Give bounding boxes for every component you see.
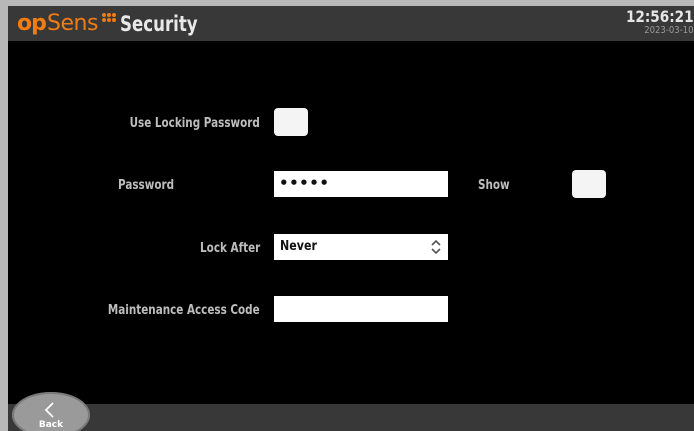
use-locking-password-label: Use Locking Password (129, 116, 260, 131)
use-locking-password-checkbox[interactable] (274, 108, 308, 136)
maintenance-access-code-field[interactable] (274, 296, 448, 322)
password-field[interactable]: ••••• (274, 171, 448, 197)
logo-text-op: op (17, 11, 47, 36)
logo-dots-icon (94, 13, 118, 25)
show-password-checkbox[interactable] (572, 170, 606, 198)
security-screen: op Sens Security 12:56:21 2023-03-10 Use… (8, 6, 694, 431)
top-bar: op Sens Security 12:56:21 2023-03-10 (8, 6, 694, 41)
logo-text-sens: Sens (47, 11, 98, 36)
password-label: Password (118, 178, 175, 193)
lock-after-select[interactable]: Never (274, 234, 448, 260)
up-down-chevron-icon (431, 239, 441, 255)
back-button[interactable]: Back (12, 392, 90, 431)
password-value: ••••• (279, 174, 330, 192)
lock-after-value: Never (280, 239, 317, 254)
show-label: Show (478, 178, 510, 193)
maintenance-access-code-label: Maintenance Access Code (108, 303, 260, 318)
clock: 12:56:21 2023-03-10 (614, 9, 694, 37)
clock-time: 12:56:21 (626, 7, 694, 26)
clock-date: 2023-03-10 (644, 25, 694, 36)
bottom-bar (8, 404, 694, 431)
chevron-left-icon (44, 402, 54, 418)
lock-after-label: Lock After (199, 241, 260, 256)
page-title: Security (120, 12, 198, 36)
back-label: Back (38, 420, 64, 430)
